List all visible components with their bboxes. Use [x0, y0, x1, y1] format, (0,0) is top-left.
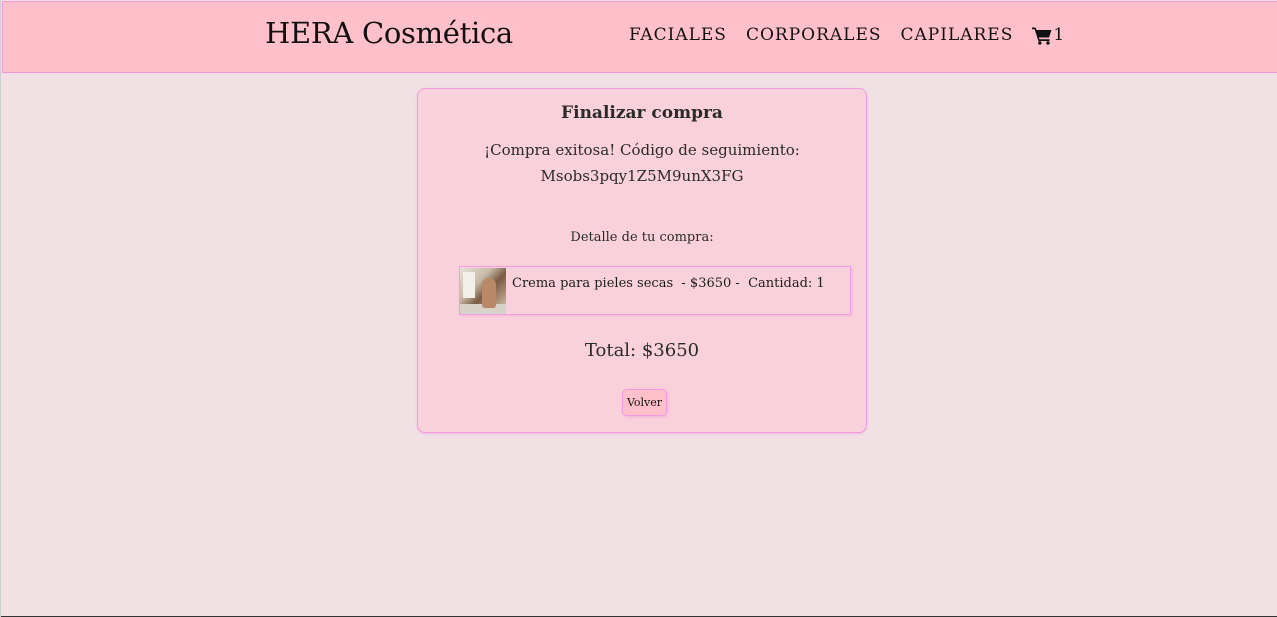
- checkout-card: Finalizar compra ¡Compra exitosa! Código…: [417, 88, 867, 433]
- nav-links: FACIALES CORPORALES CAPILARES 1: [629, 25, 1065, 45]
- tracking-code: Msobs3pqy1Z5M9unX3FG: [540, 167, 744, 185]
- product-thumbnail: [460, 268, 506, 314]
- nav-link-corporales[interactable]: CORPORALES: [746, 25, 882, 45]
- back-button[interactable]: Volver: [622, 389, 667, 416]
- cart-count-badge: 1: [1053, 25, 1066, 45]
- purchase-detail-heading: Detalle de tu compra:: [570, 230, 714, 245]
- nav-link-capilares[interactable]: CAPILARES: [901, 25, 1014, 45]
- cart-button[interactable]: 1: [1032, 25, 1065, 45]
- success-message: ¡Compra exitosa! Código de seguimiento:: [484, 141, 800, 159]
- brand-logo[interactable]: HERA Cosmética: [265, 16, 513, 50]
- shopping-cart-icon: [1032, 26, 1052, 45]
- order-item-text: Crema para pieles secas - $3650 - Cantid…: [512, 276, 825, 291]
- navbar: HERA Cosmética FACIALES CORPORALES CAPIL…: [2, 1, 1277, 73]
- order-total: Total: $3650: [584, 340, 700, 361]
- checkout-title: Finalizar compra: [561, 103, 723, 123]
- nav-link-faciales[interactable]: FACIALES: [629, 25, 727, 45]
- order-item-row: Crema para pieles secas - $3650 - Cantid…: [459, 266, 851, 315]
